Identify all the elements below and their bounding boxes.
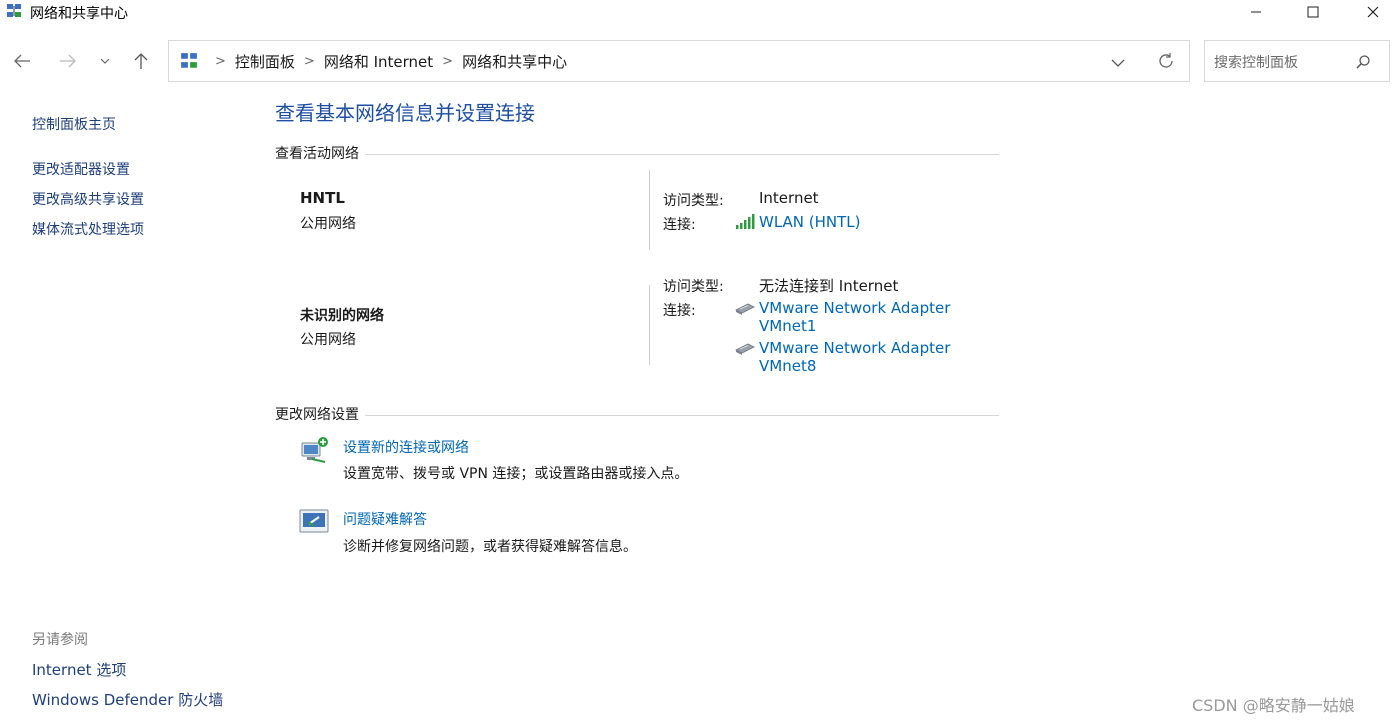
page-title: 查看基本网络信息并设置连接: [275, 101, 535, 125]
network-category: 公用网络: [300, 332, 356, 348]
sidebar-item-control-panel-home[interactable]: 控制面板主页: [32, 114, 116, 134]
chevron-down-icon: [1111, 59, 1125, 67]
forward-arrow-icon: [60, 54, 76, 68]
refresh-button[interactable]: [1157, 52, 1175, 74]
breadcrumb: > 控制面板 > 网络和 Internet > 网络和共享中心: [180, 40, 567, 82]
chevron-right-icon: >: [442, 53, 454, 69]
network-name: 未识别的网络: [300, 308, 384, 324]
chevron-right-icon: >: [215, 53, 226, 69]
sidebar-item-media-streaming[interactable]: 媒体流式处理选项: [32, 219, 144, 239]
task-link-new-connection[interactable]: 设置新的连接或网络: [343, 437, 469, 457]
access-type-value: 无法连接到 Internet: [759, 277, 899, 295]
search-placeholder: 搜索控制面板: [1214, 55, 1298, 71]
sidebar-item-adapter-settings[interactable]: 更改适配器设置: [32, 159, 130, 179]
maximize-icon: [1307, 6, 1319, 18]
recent-locations-button[interactable]: [90, 44, 120, 78]
task-desc: 诊断并修复网络问题，或者获得疑难解答信息。: [343, 539, 637, 555]
adapter-name: VMware Network Adapter: [759, 339, 951, 357]
task-desc: 设置宽带、拨号或 VPN 连接；或设置路由器或接入点。: [343, 466, 689, 482]
sidebar-item-firewall[interactable]: Windows Defender 防火墙: [32, 689, 223, 710]
back-button[interactable]: [7, 44, 37, 78]
breadcrumb-network-sharing-center[interactable]: 网络和共享中心: [462, 51, 567, 72]
close-icon: [1367, 6, 1379, 18]
up-button[interactable]: [126, 44, 156, 78]
see-also-heading: 另请参阅: [32, 632, 88, 648]
connections-label: 连接:: [663, 303, 696, 319]
address-dropdown-button[interactable]: [1110, 54, 1126, 73]
access-type-label: 访问类型:: [663, 279, 724, 295]
ethernet-adapter-icon: [734, 301, 756, 320]
chevron-right-icon: >: [303, 53, 315, 69]
chevron-down-icon: [100, 58, 110, 64]
connection-link-vmnet1[interactable]: VMware Network Adapter VMnet1: [759, 299, 950, 335]
change-settings-label: 更改网络设置: [275, 404, 365, 424]
control-panel-icon: [180, 52, 198, 70]
adapter-id: VMnet8: [759, 357, 817, 375]
network-divider: [649, 285, 650, 365]
maximize-button[interactable]: [1290, 0, 1336, 24]
wifi-signal-icon: [735, 214, 755, 234]
new-connection-icon: [299, 435, 331, 469]
connection-link-wlan[interactable]: WLAN (HNTL): [759, 213, 861, 231]
connections-label: 连接:: [663, 217, 696, 233]
search-icon: [1356, 55, 1370, 69]
troubleshoot-icon: [299, 509, 331, 539]
refresh-icon: [1159, 53, 1173, 68]
sidebar-item-internet-options[interactable]: Internet 选项: [32, 659, 126, 680]
search-button[interactable]: [1355, 54, 1371, 74]
task-link-troubleshoot[interactable]: 问题疑难解答: [343, 509, 427, 529]
ethernet-adapter-icon: [734, 341, 756, 360]
network-divider: [649, 170, 650, 250]
section-divider: [275, 415, 999, 416]
network-name: HNTL: [300, 189, 345, 207]
sidebar-item-advanced-sharing[interactable]: 更改高级共享设置: [32, 189, 144, 209]
network-category: 公用网络: [300, 216, 356, 232]
up-arrow-icon: [134, 53, 148, 69]
breadcrumb-network-internet[interactable]: 网络和 Internet: [324, 51, 433, 72]
forward-button[interactable]: [53, 44, 83, 78]
minimize-icon: [1251, 11, 1261, 13]
window-title: 网络和共享中心: [30, 6, 128, 22]
active-networks-label: 查看活动网络: [275, 143, 365, 163]
network-center-app-icon: [6, 3, 22, 19]
back-arrow-icon: [14, 54, 30, 68]
close-button[interactable]: [1350, 0, 1396, 24]
watermark-text: CSDN @略安静一姑娘: [1192, 696, 1355, 715]
adapter-name: VMware Network Adapter: [759, 299, 951, 317]
breadcrumb-control-panel[interactable]: 控制面板: [235, 51, 295, 72]
access-type-label: 访问类型:: [663, 193, 724, 209]
access-type-value: Internet: [759, 189, 819, 207]
adapter-id: VMnet1: [759, 317, 817, 335]
connection-link-vmnet8[interactable]: VMware Network Adapter VMnet8: [759, 339, 950, 375]
minimize-button[interactable]: [1233, 0, 1279, 24]
section-divider: [275, 154, 999, 155]
